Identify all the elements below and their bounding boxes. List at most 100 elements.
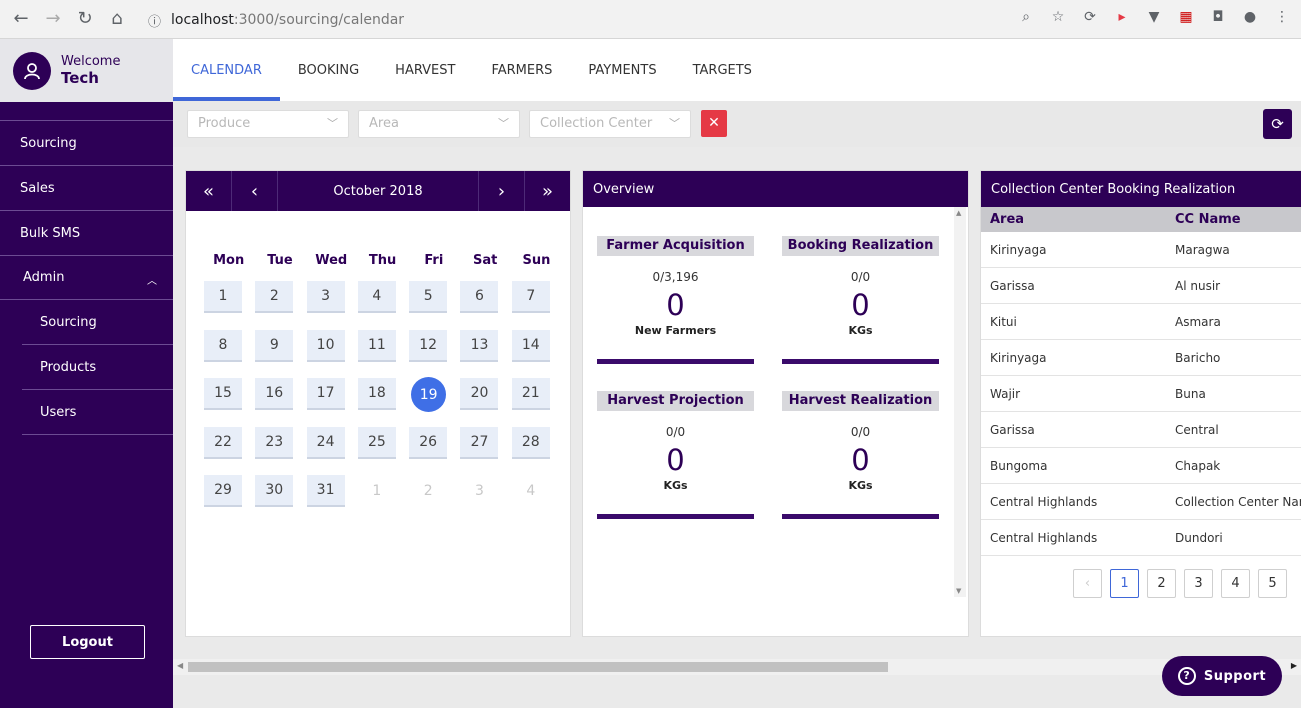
calendar-day-cell[interactable]: 4 <box>357 281 409 330</box>
calendar-day[interactable]: 9 <box>255 329 294 362</box>
calendar-day[interactable]: 29 <box>204 475 242 507</box>
support-button[interactable]: ? Support <box>1162 656 1282 696</box>
sidebar-item-sourcing[interactable]: Sourcing <box>0 120 173 165</box>
calendar-day-cell[interactable]: 23 <box>255 426 306 476</box>
calendar-day[interactable]: 15 <box>204 378 242 410</box>
produce-select[interactable]: Produce ﹀ <box>187 110 349 138</box>
page-button[interactable]: 4 <box>1221 569 1250 598</box>
calendar-day-cell[interactable]: 20 <box>460 378 511 427</box>
table-row[interactable]: Garissa Al nusir <box>981 268 1301 304</box>
calendar-month-title[interactable]: October 2018 <box>278 171 478 211</box>
area-select[interactable]: Area ﹀ <box>358 110 520 138</box>
calendar-day[interactable]: 4 <box>357 281 396 313</box>
calendar-day-cell[interactable]: 17 <box>306 378 358 427</box>
page-button[interactable]: 2 <box>1147 569 1176 598</box>
tab-booking[interactable]: BOOKING <box>280 39 377 101</box>
address-bar[interactable]: ⓘ localhost:3000/sourcing/calendar <box>148 8 404 32</box>
calendar-day[interactable]: 26 <box>409 426 448 459</box>
calendar-day-cell[interactable]: 19 <box>409 377 460 427</box>
clear-filters-button[interactable]: ✕ <box>701 110 727 137</box>
calendar-day-selected[interactable]: 19 <box>411 377 447 412</box>
calendar-day-cell[interactable]: 31 <box>306 475 358 524</box>
prev-year-button[interactable]: « <box>186 171 232 211</box>
calendar-day[interactable]: 22 <box>204 426 242 459</box>
table-row[interactable]: Kitui Asmara <box>981 304 1301 340</box>
calendar-day-cell[interactable]: 7 <box>511 281 563 330</box>
calendar-day[interactable]: 20 <box>460 378 499 410</box>
calendar-day[interactable]: 10 <box>306 329 345 362</box>
calendar-day-cell[interactable]: 30 <box>255 475 306 524</box>
calendar-day[interactable]: 27 <box>460 426 499 459</box>
calendar-day-cell[interactable]: 9 <box>255 329 306 379</box>
next-year-button[interactable]: » <box>524 171 570 211</box>
table-row[interactable]: Garissa Central <box>981 412 1301 448</box>
tab-farmers[interactable]: FARMERS <box>473 39 570 101</box>
scroll-left-icon[interactable]: ◀ <box>177 661 183 670</box>
calendar-day[interactable]: 14 <box>511 329 550 362</box>
scroll-right-icon[interactable]: ▶ <box>1291 661 1297 670</box>
horizontal-scrollbar[interactable]: ◀ ▶ <box>173 659 1301 675</box>
calendar-day[interactable]: 8 <box>204 329 242 362</box>
calendar-day[interactable]: 21 <box>511 378 550 410</box>
calendar-day[interactable]: 24 <box>306 426 345 459</box>
table-row[interactable]: Kirinyaga Maragwa <box>981 232 1301 268</box>
page-button[interactable]: 1 <box>1110 569 1139 598</box>
extension-shield-icon[interactable]: ◘ <box>1209 8 1227 26</box>
table-row[interactable]: Wajir Buna <box>981 376 1301 412</box>
extension-vee-icon[interactable]: ▼ <box>1145 8 1163 26</box>
prev-month-button[interactable]: ‹ <box>232 171 278 211</box>
calendar-day[interactable]: 7 <box>511 281 550 313</box>
calendar-day-cell[interactable]: 5 <box>409 281 460 330</box>
tab-harvest[interactable]: HARVEST <box>377 39 473 101</box>
reload-icon[interactable]: ↻ <box>74 8 96 30</box>
calendar-day[interactable]: 12 <box>409 329 448 362</box>
refresh-button[interactable]: ⟳ <box>1263 109 1292 139</box>
calendar-day-cell[interactable]: 6 <box>460 281 511 330</box>
sidebar-subitem-users[interactable]: Users <box>22 390 173 435</box>
sidebar-item-sales[interactable]: Sales <box>0 165 173 210</box>
page-button[interactable]: 5 <box>1258 569 1287 598</box>
calendar-day[interactable]: 18 <box>357 378 396 410</box>
calendar-day[interactable]: 31 <box>306 475 345 507</box>
sidebar-item-admin[interactable]: Admin ︿ <box>0 255 173 300</box>
sidebar-item-bulk-sms[interactable]: Bulk SMS <box>0 210 173 255</box>
column-header-area[interactable]: Area <box>981 212 1166 227</box>
calendar-day-cell[interactable]: 16 <box>255 378 306 427</box>
scrollbar-thumb[interactable] <box>188 662 888 672</box>
sidebar-subitem-sourcing[interactable]: Sourcing <box>22 300 173 345</box>
next-month-button[interactable]: › <box>478 171 524 211</box>
menu-dots-icon[interactable]: ⋮ <box>1273 8 1291 26</box>
zoom-icon[interactable]: ⌕ <box>1017 8 1035 26</box>
calendar-day-cell[interactable]: 27 <box>460 426 511 476</box>
calendar-day[interactable]: 25 <box>357 426 396 459</box>
calendar-day-cell[interactable]: 24 <box>306 426 358 476</box>
calendar-day-cell[interactable]: 14 <box>511 329 563 379</box>
calendar-day-cell[interactable]: 3 <box>306 281 358 330</box>
sidebar-subitem-products[interactable]: Products <box>22 345 173 390</box>
scroll-up-icon[interactable]: ▲ <box>956 209 961 217</box>
tab-targets[interactable]: TARGETS <box>675 39 770 101</box>
star-icon[interactable]: ☆ <box>1049 8 1067 26</box>
logout-button[interactable]: Logout <box>30 625 145 659</box>
calendar-day[interactable]: 23 <box>255 426 294 459</box>
calendar-day-cell[interactable]: 26 <box>409 426 460 476</box>
scroll-down-icon[interactable]: ▼ <box>956 587 961 595</box>
calendar-day-cell[interactable]: 11 <box>357 329 409 379</box>
page-button[interactable]: 3 <box>1184 569 1213 598</box>
collection-center-select[interactable]: Collection Center ﹀ <box>529 110 691 138</box>
extension-red-icon[interactable]: ▸ <box>1113 8 1131 26</box>
table-row[interactable]: Bungoma Chapak <box>981 448 1301 484</box>
extension-sync-icon[interactable]: ⟳ <box>1081 8 1099 26</box>
calendar-day-cell[interactable]: 18 <box>357 378 409 427</box>
table-row[interactable]: Central Highlands Collection Center Name <box>981 484 1301 520</box>
calendar-day[interactable]: 5 <box>409 281 448 313</box>
calendar-day[interactable]: 17 <box>306 378 345 410</box>
calendar-day[interactable]: 28 <box>511 426 550 459</box>
calendar-day[interactable]: 2 <box>255 281 294 313</box>
calendar-day-cell[interactable]: 13 <box>460 329 511 379</box>
calendar-day[interactable]: 16 <box>255 378 294 410</box>
calendar-day-cell[interactable]: 12 <box>409 329 460 379</box>
calendar-day-cell[interactable]: 1 <box>204 281 255 330</box>
overview-scrollbar[interactable]: ▲ ▼ <box>954 207 966 597</box>
table-row[interactable]: Kirinyaga Baricho <box>981 340 1301 376</box>
